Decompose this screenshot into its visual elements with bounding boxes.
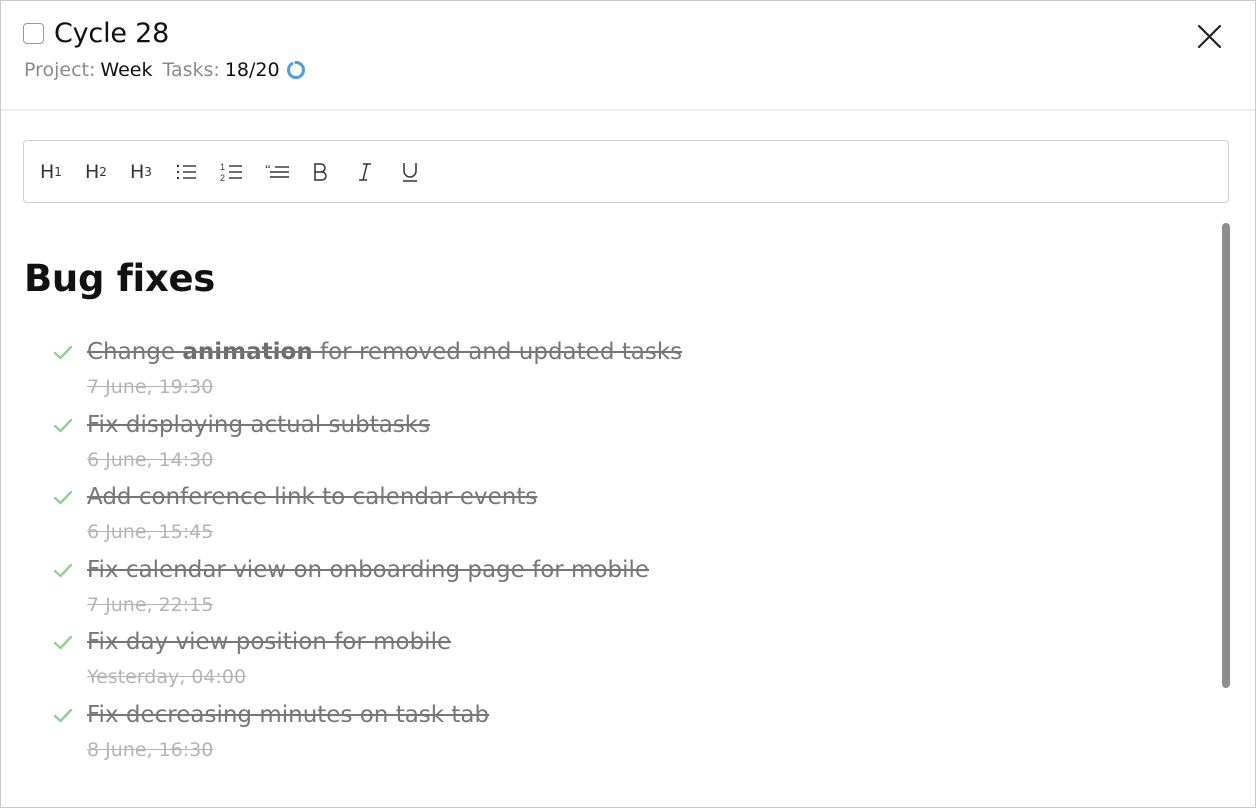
h1-button[interactable]: H1 (40, 152, 85, 192)
panel-header: Cycle 28 Project: Week Tasks: 18/20 (1, 1, 1255, 111)
h3-sub: 3 (144, 164, 152, 179)
quote-button[interactable]: “ (265, 152, 310, 192)
h2-sub: 2 (99, 164, 107, 179)
checkmark-icon (53, 563, 73, 577)
editor-content[interactable]: Bug fixes Change animation for removed a… (23, 231, 1203, 801)
svg-text:2: 2 (220, 173, 225, 183)
task-title-text: Fix calendar view on onboarding page for… (87, 556, 650, 583)
task-title-text: Change (87, 339, 183, 365)
bullet-list-icon (176, 164, 196, 179)
bold-icon (314, 162, 327, 181)
task-title-text: Fix decreasing minutes on task tab (87, 701, 490, 728)
section-heading: Bug fixes (24, 257, 215, 300)
scrollbar-thumb[interactable] (1222, 223, 1230, 688)
tasks-count: 18/20 (224, 59, 280, 81)
project-value[interactable]: Week (100, 59, 152, 81)
h1-sub: 1 (54, 164, 62, 179)
underline-icon (403, 162, 417, 182)
tasks-label: Tasks: (162, 59, 220, 81)
checkmark-icon (53, 490, 73, 505)
task-date: 6 June, 14:30 (87, 448, 214, 471)
checkmark-icon (53, 708, 73, 722)
bullet-list-button[interactable] (175, 152, 220, 192)
italic-button[interactable] (355, 152, 400, 192)
title-row: Cycle 28 (23, 18, 169, 49)
numbered-list-button[interactable]: 1 2 (220, 152, 265, 192)
progress-ring-icon (286, 61, 305, 79)
svg-text:1: 1 (220, 162, 225, 172)
close-button[interactable] (1191, 19, 1227, 55)
editor-toolbar: H1 H2 H3 1 2 “ (23, 140, 1229, 203)
task-detail-panel: Cycle 28 Project: Week Tasks: 18/20 H1 H… (0, 0, 1256, 808)
h2-button[interactable]: H2 (85, 152, 130, 192)
task-meta: Project: Week Tasks: 18/20 (24, 59, 306, 81)
task-title-rest: for removed and updated tasks (312, 339, 683, 365)
task-title-text: Add conference link to calendar events (87, 484, 538, 510)
task-date: 7 June, 19:30 (87, 376, 214, 398)
bold-button[interactable] (310, 152, 355, 192)
underline-button[interactable] (400, 152, 445, 192)
checkmark-icon (53, 345, 73, 360)
task-date: 6 June, 15:45 (87, 521, 214, 543)
task-date: 7 June, 22:15 (87, 593, 214, 616)
checkmark-icon (53, 635, 73, 650)
task-title[interactable]: Change animation for removed and updated… (87, 339, 682, 365)
checkmark-icon (53, 418, 73, 432)
task-title[interactable]: Fix calendar view on onboarding page for… (87, 557, 649, 583)
quote-icon: “ (265, 162, 289, 178)
task-title-text: Fix displaying actual subtasks (87, 411, 431, 438)
complete-checkbox[interactable] (23, 23, 44, 44)
svg-text:“: “ (265, 162, 271, 176)
task-title[interactable]: Add conference link to calendar events (87, 484, 537, 510)
close-icon (1197, 24, 1222, 49)
task-title-text: Fix day view position for mobile (87, 629, 452, 655)
h3-button[interactable]: H3 (130, 152, 175, 192)
page-title: Cycle 28 (54, 18, 170, 49)
project-label: Project: (24, 59, 96, 81)
task-date: 8 June, 16:30 (87, 738, 214, 761)
numbered-list-icon: 1 2 (220, 162, 242, 183)
h1-label: H (40, 160, 55, 183)
task-date: Yesterday, 04:00 (87, 666, 247, 688)
italic-icon (359, 162, 371, 181)
task-title[interactable]: Fix day view position for mobile (87, 629, 451, 655)
task-title[interactable]: Fix decreasing minutes on task tab (87, 702, 489, 728)
h2-label: H (85, 160, 100, 183)
task-title-bold: animation (182, 339, 313, 365)
task-title[interactable]: Fix displaying actual subtasks (87, 412, 430, 438)
h3-label: H (130, 160, 145, 183)
